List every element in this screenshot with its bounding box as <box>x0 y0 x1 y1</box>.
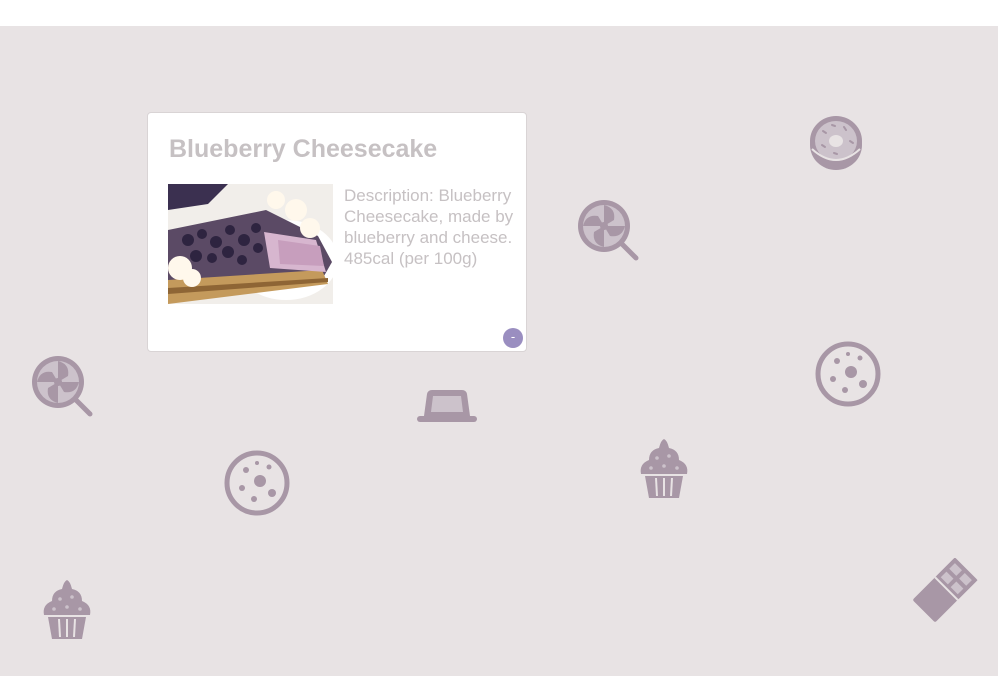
cheesecake-photo <box>168 184 333 304</box>
cupcake-icon[interactable] <box>40 579 94 641</box>
lollipop-icon[interactable] <box>30 354 96 420</box>
cookie-icon[interactable] <box>224 450 290 516</box>
lollipop-icon[interactable] <box>576 198 642 264</box>
cupcake-icon[interactable] <box>637 438 691 500</box>
chocolate-bar-icon[interactable] <box>912 558 978 622</box>
cookie-icon[interactable] <box>815 341 881 407</box>
collapse-button[interactable]: - <box>503 328 523 348</box>
candy-info-card: Blueberry Cheesecake Description: Bluebe… <box>147 112 527 352</box>
donut-icon[interactable] <box>808 111 864 173</box>
top-bar <box>0 0 998 26</box>
card-title: Blueberry Cheesecake <box>169 135 438 163</box>
card-description: Description: Blueberry Cheesecake, made … <box>344 186 514 268</box>
butter-dish-icon[interactable] <box>416 386 478 426</box>
candy-board: Blueberry Cheesecake Description: Bluebe… <box>0 26 998 676</box>
